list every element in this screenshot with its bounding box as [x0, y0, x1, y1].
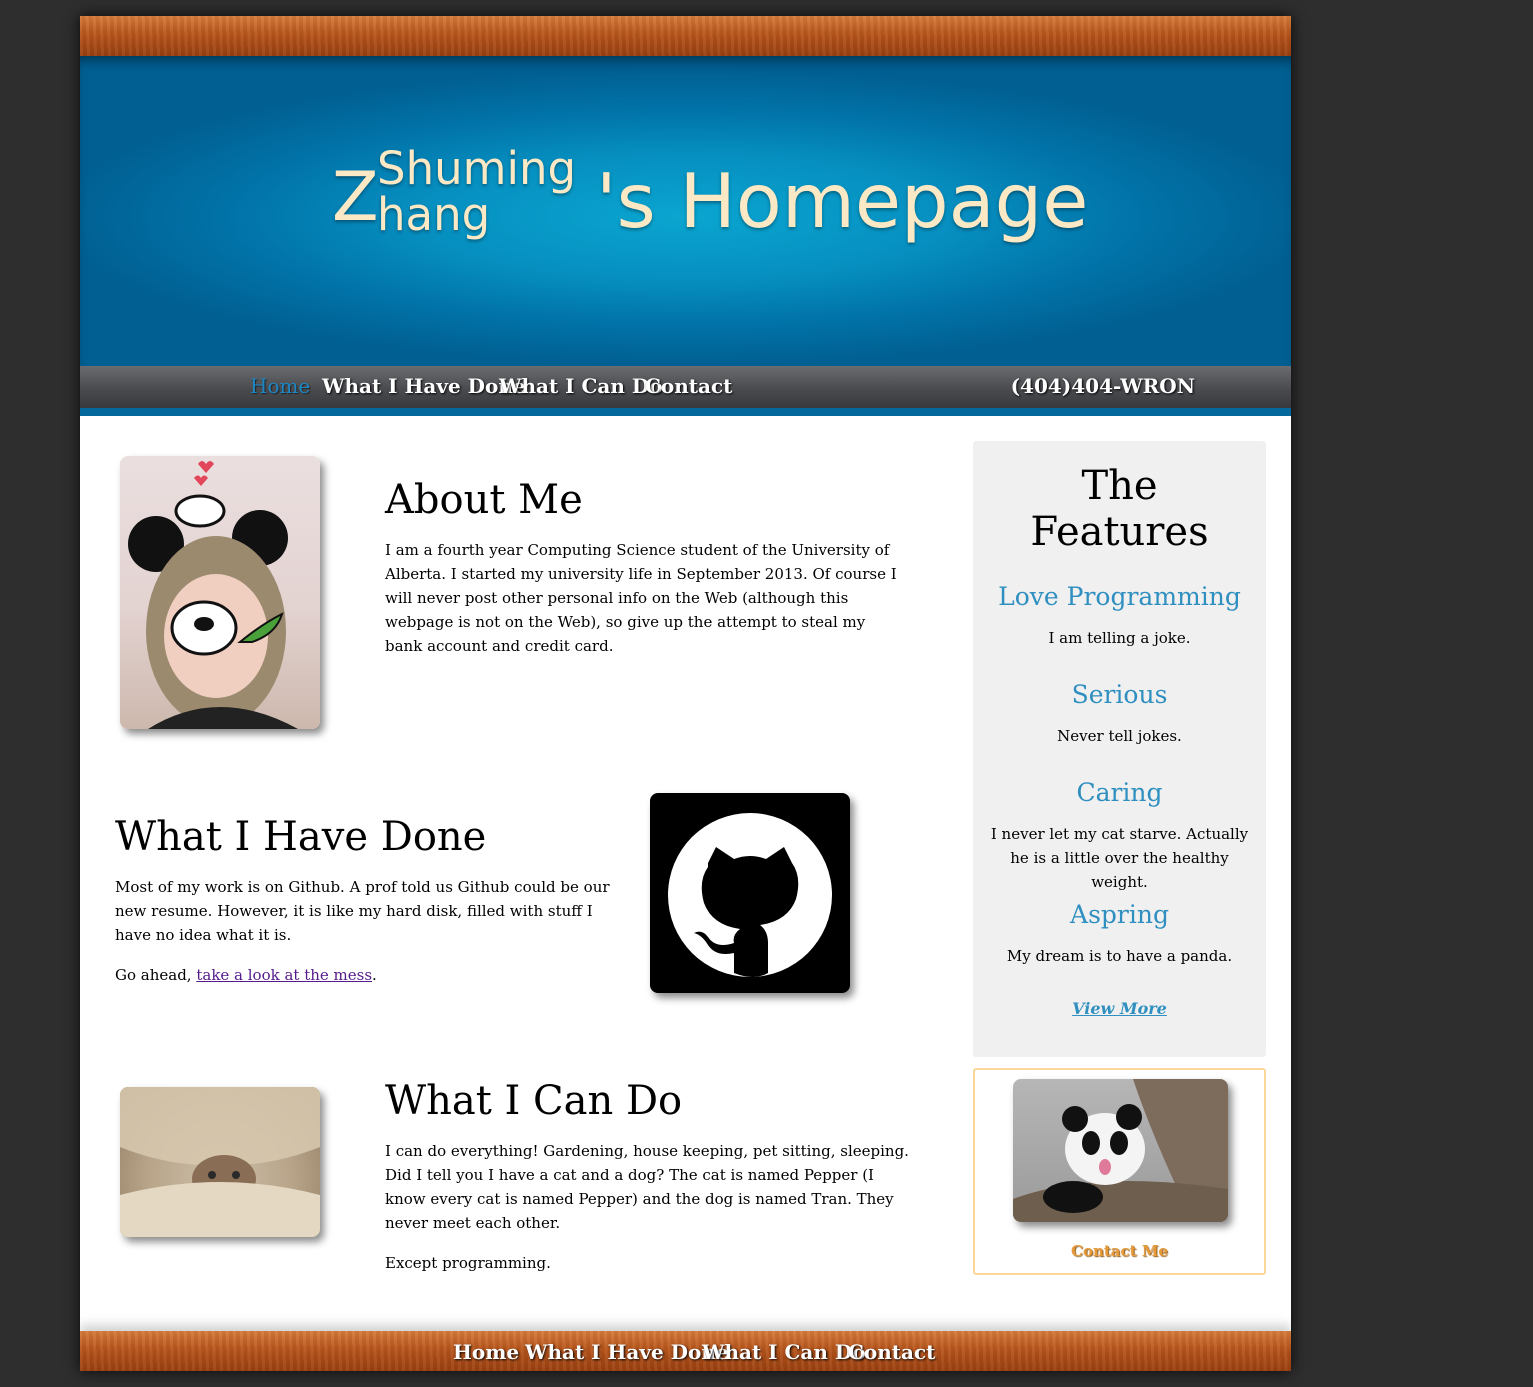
cando-text: I can do everything! Gardening, house ke…: [385, 1142, 909, 1232]
title-first-name: Shuming: [377, 142, 577, 195]
features-title-line-1: The: [1081, 463, 1158, 509]
main-nav: Home What I Have Done What I Can Do Cont…: [80, 366, 1291, 416]
nav-contact[interactable]: Contact: [645, 374, 732, 398]
header-banner: Z Shuming hang 's Homepage: [80, 56, 1291, 366]
feature-heading-serious: Serious: [1071, 680, 1168, 709]
profile-photo-illustration: [128, 461, 298, 729]
feature-heading-caring: Caring: [1076, 778, 1163, 807]
footer-what-i-have-done[interactable]: What I Have Done: [525, 1340, 729, 1364]
nav-home[interactable]: Home: [250, 374, 310, 398]
feature-text-serious: Never tell jokes.: [1057, 727, 1182, 745]
panda-photo: [1013, 1079, 1228, 1222]
feature-text-caring: I never let my cat starve. Actually he i…: [990, 825, 1249, 891]
github-logo-image: [650, 793, 850, 993]
contact-me-link[interactable]: Contact Me: [975, 1242, 1264, 1260]
done-heading: What I Have Done: [115, 814, 487, 860]
cando-heading: What I Can Do: [385, 1078, 683, 1124]
footer-home[interactable]: Home: [453, 1340, 519, 1364]
panda-photo-illustration: [1013, 1079, 1228, 1222]
feature-text-love-programming: I am telling a joke.: [1048, 629, 1191, 647]
title-name-initial: Z: [332, 158, 379, 237]
nav-what-i-can-do[interactable]: What I Can Do: [499, 374, 663, 398]
features-panel: The Features Love Programming I am tellin…: [973, 441, 1266, 1057]
nav-what-i-have-done[interactable]: What I Have Done: [322, 374, 526, 398]
cat-photo: [120, 1087, 320, 1237]
done-cta: Go ahead, take a look at the mess.: [115, 963, 627, 987]
cat-photo-illustration: [120, 1087, 320, 1237]
done-cta-suffix: .: [372, 966, 377, 984]
profile-photo: [120, 456, 320, 729]
github-octocat-icon: [668, 813, 832, 977]
page: Z Shuming hang 's Homepage Home What I H…: [80, 16, 1291, 1371]
about-text: I am a fourth year Computing Science stu…: [385, 541, 897, 655]
feature-heading-aspring: Aspring: [1070, 900, 1169, 929]
features-title-line-2: Features: [1030, 509, 1209, 555]
view-more-link[interactable]: View More: [973, 999, 1266, 1018]
done-cta-prefix: Go ahead,: [115, 966, 197, 984]
contact-box: Contact Me: [973, 1068, 1266, 1275]
title-last-name: hang: [377, 188, 491, 241]
site-title: Z Shuming hang 's Homepage: [80, 56, 1291, 366]
feature-heading-love-programming: Love Programming: [998, 582, 1241, 611]
footer-what-i-can-do[interactable]: What I Can Do: [702, 1340, 866, 1364]
top-wood-bar: [80, 16, 1291, 56]
cando-text-2: Except programming.: [385, 1254, 551, 1272]
title-suffix: 's Homepage: [596, 157, 1089, 245]
github-link[interactable]: take a look at the mess: [196, 966, 372, 984]
footer-bar: Home What I Have Done What I Can Do Cont…: [80, 1331, 1291, 1371]
phone-number: (404)404-WRON: [1010, 374, 1195, 398]
features-title: The Features: [973, 463, 1266, 555]
feature-text-aspring: My dream is to have a panda.: [1006, 947, 1233, 965]
done-text: Most of my work is on Github. A prof tol…: [115, 878, 610, 944]
footer-contact[interactable]: Contact: [848, 1340, 935, 1364]
about-heading: About Me: [385, 477, 583, 523]
